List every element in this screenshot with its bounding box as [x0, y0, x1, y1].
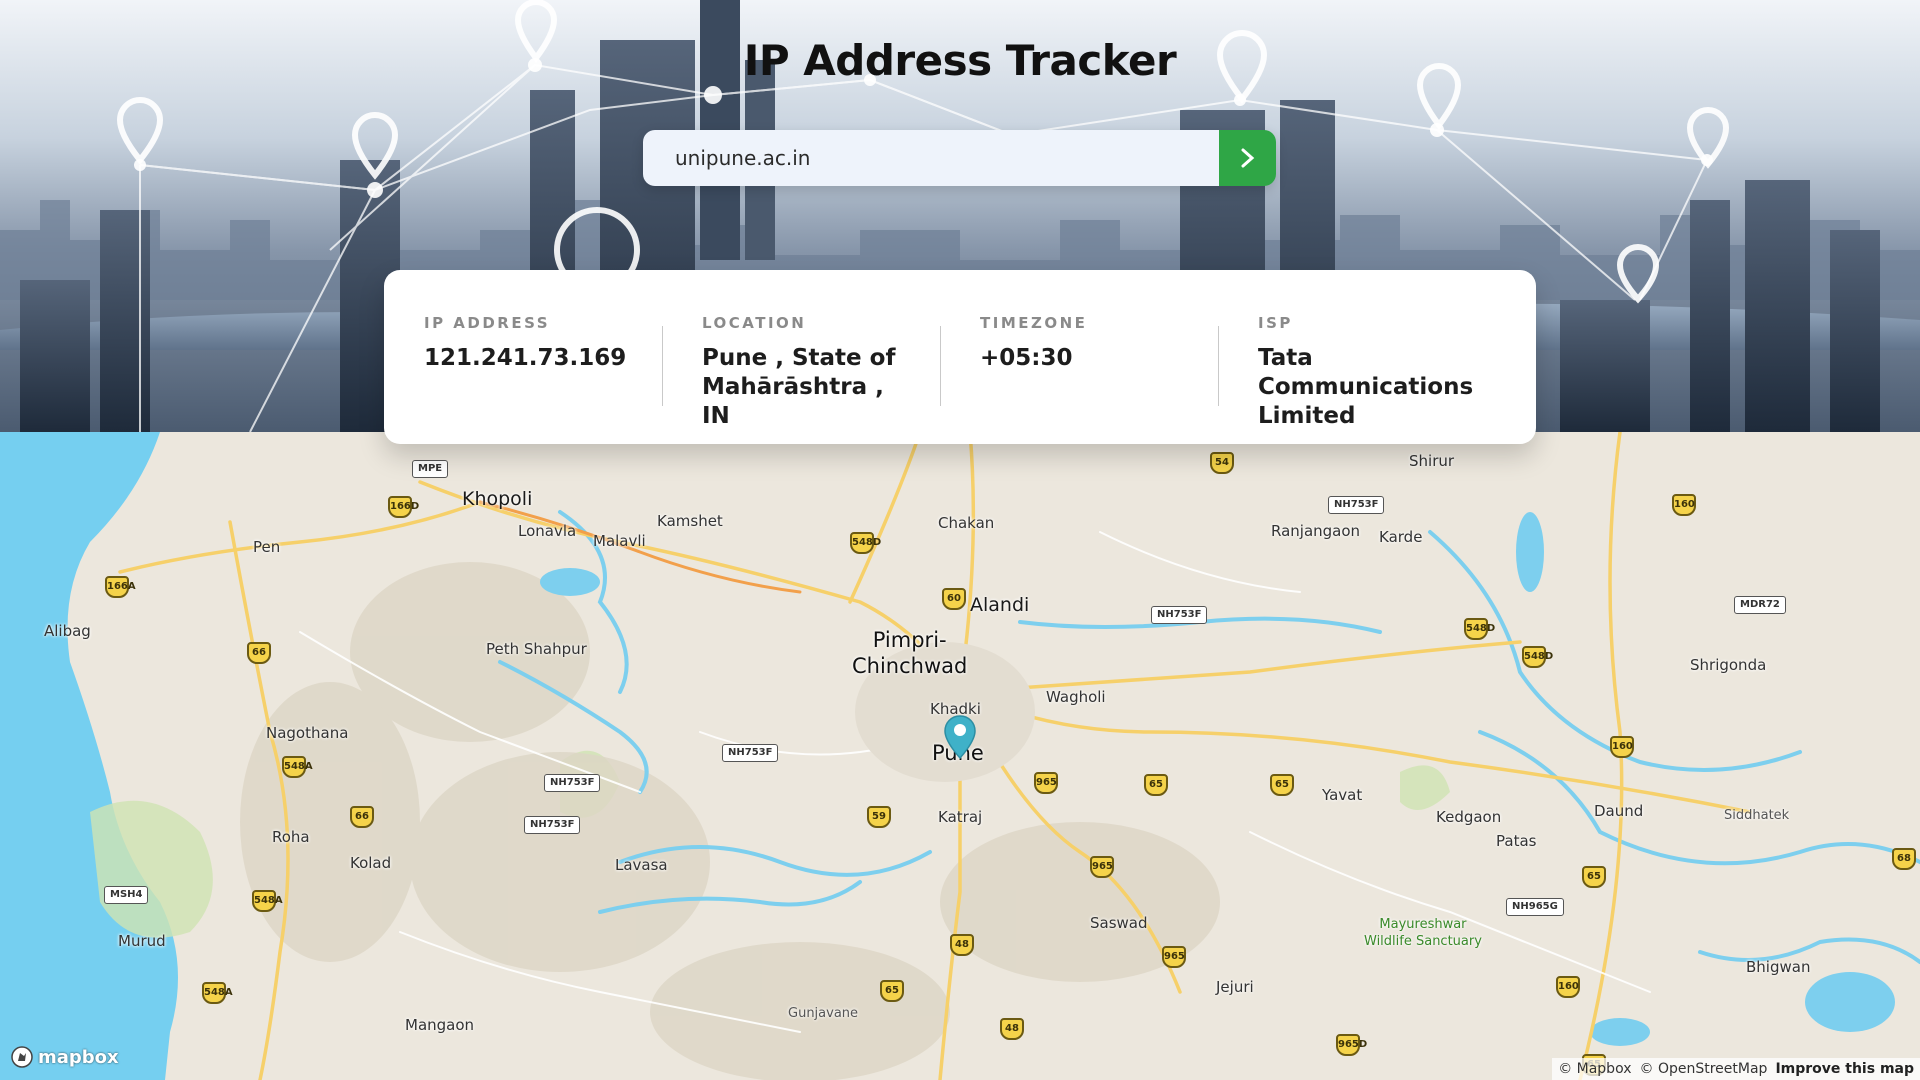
chevron-right-icon	[1241, 148, 1254, 168]
place-bhigwan: Bhigwan	[1746, 958, 1811, 976]
road-shield: 160	[1556, 976, 1580, 998]
place-wagholi: Wagholi	[1046, 688, 1106, 706]
place-mangaon: Mangaon	[405, 1016, 475, 1034]
road-tag: NH753F	[722, 744, 779, 762]
road-shield: 48	[1000, 1018, 1024, 1040]
place-shrigonda: Shrigonda	[1690, 656, 1767, 674]
mapbox-logo[interactable]: mapbox	[10, 1045, 119, 1069]
place-lavasa: Lavasa	[615, 856, 668, 874]
ip-address-cell: IP ADDRESS 121.241.73.169	[424, 314, 662, 444]
road-tag: NH965G	[1506, 898, 1564, 916]
road-tag: NH753F	[1328, 496, 1385, 514]
road-shield: 160	[1672, 494, 1696, 516]
isp-label: ISP	[1258, 314, 1293, 332]
road-tag: MDR72	[1734, 596, 1786, 614]
road-shield: 48	[950, 934, 974, 956]
road-shield: 965D	[1336, 1034, 1367, 1056]
isp-value: Tata Communications Limited	[1258, 345, 1474, 429]
road-shield: 548A	[202, 982, 233, 1004]
osm-attribution-link[interactable]: © OpenStreetMap	[1640, 1061, 1768, 1077]
place-saswad: Saswad	[1090, 914, 1148, 932]
road-shield: 166D	[388, 496, 419, 518]
place-kamshet: Kamshet	[657, 512, 723, 530]
road-tag: MSH4	[104, 886, 149, 904]
place-murud: Murud	[118, 932, 166, 950]
ip-info-card: IP ADDRESS 121.241.73.169 LOCATION Pune …	[384, 270, 1536, 444]
place-patas: Patas	[1496, 832, 1537, 850]
road-shield: 965	[1034, 772, 1058, 794]
road-tag: NH753F	[544, 774, 601, 792]
mapbox-attribution-link[interactable]: © Mapbox	[1558, 1061, 1631, 1077]
place-daund: Daund	[1594, 802, 1644, 820]
road-shield: 166A	[105, 576, 136, 598]
place-malavli: Malavli	[593, 532, 646, 550]
search-bar	[643, 130, 1276, 186]
road-shield: 548A	[282, 756, 313, 778]
place-yavat: Yavat	[1322, 786, 1363, 804]
isp-cell: ISP Tata Communications Limited	[1218, 314, 1496, 444]
timezone-value: +05:30	[980, 345, 1073, 371]
mapbox-icon	[11, 1046, 33, 1068]
road-shield: 548D	[850, 532, 881, 554]
improve-map-link[interactable]: Improve this map	[1775, 1061, 1914, 1077]
place-siddhatek: Siddhatek	[1724, 808, 1790, 823]
page-title: IP Address Tracker	[743, 36, 1177, 85]
place-pimpri-chinchwad: Pimpri- Chinchwad	[852, 628, 968, 678]
road-tag: MPE	[412, 460, 449, 478]
place-lonavla: Lonavla	[518, 522, 577, 540]
timezone-label: TIMEZONE	[980, 314, 1088, 332]
road-shield: 60	[942, 588, 966, 610]
road-shield: 65	[1582, 866, 1606, 888]
place-kedgaon: Kedgaon	[1436, 808, 1502, 826]
road-shield: 965	[1090, 856, 1114, 878]
place-nagothana: Nagothana	[266, 724, 349, 742]
place-mayureshwar-sanctuary: Mayureshwar Wildlife Sanctuary	[1364, 917, 1482, 949]
road-shield: 68	[1892, 848, 1916, 870]
road-shield: 66	[247, 642, 271, 664]
place-ranjangaon: Ranjangaon	[1271, 522, 1361, 540]
road-shield: 160	[1610, 736, 1634, 758]
location-cell: LOCATION Pune , State of Mahārāshtra , I…	[662, 314, 940, 444]
place-alibag: Alibag	[44, 622, 91, 640]
place-gunjavane: Gunjavane	[788, 1006, 859, 1021]
location-value: Pune , State of Mahārāshtra , IN	[702, 345, 896, 429]
road-tag: NH753F	[1151, 606, 1208, 624]
place-chakan: Chakan	[938, 514, 995, 532]
road-shield: 59	[867, 806, 891, 828]
place-katraj: Katraj	[938, 808, 983, 826]
place-shirur: Shirur	[1409, 452, 1455, 470]
place-roha: Roha	[272, 828, 310, 846]
place-jejuri: Jejuri	[1216, 978, 1254, 996]
road-shield: 548D	[1522, 646, 1553, 668]
ip-address-value: 121.241.73.169	[424, 345, 627, 371]
location-marker-icon[interactable]	[943, 714, 977, 760]
road-tag: NH753F	[524, 816, 581, 834]
road-shield: 54	[1210, 452, 1234, 474]
road-shield: 65	[1270, 774, 1294, 796]
road-shield: 965	[1162, 946, 1186, 968]
place-kolad: Kolad	[350, 854, 392, 872]
road-shield: 65	[1144, 774, 1168, 796]
ip-address-label: IP ADDRESS	[424, 314, 551, 332]
mapbox-logo-text: mapbox	[38, 1046, 119, 1068]
place-karde: Karde	[1379, 528, 1423, 546]
place-khopoli: Khopoli	[462, 488, 533, 510]
location-label: LOCATION	[702, 314, 807, 332]
submit-search-button[interactable]	[1219, 130, 1276, 186]
road-shield: 65	[880, 980, 904, 1002]
road-shield: 548D	[1464, 618, 1495, 640]
timezone-cell: TIMEZONE +05:30	[940, 314, 1218, 444]
place-peth-shahpur: Peth Shahpur	[486, 640, 587, 658]
ip-domain-search-input[interactable]	[643, 130, 1219, 186]
map-attribution: © Mapbox © OpenStreetMap Improve this ma…	[1552, 1058, 1920, 1080]
place-alandi: Alandi	[970, 594, 1030, 616]
road-shield: 66	[350, 806, 374, 828]
road-shield: 548A	[252, 890, 283, 912]
place-pen: Pen	[253, 538, 281, 556]
